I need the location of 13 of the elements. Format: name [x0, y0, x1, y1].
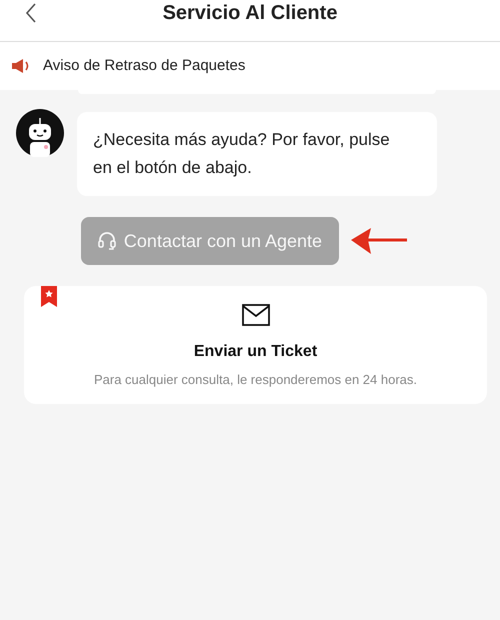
ticket-card[interactable]: Enviar un Ticket Para cualquier consulta, le responderemos en 24 horas.: [24, 286, 487, 404]
bookmark-star-icon: [41, 286, 57, 307]
back-icon: [25, 3, 37, 23]
notice-text: Aviso de Retraso de Paquetes: [43, 56, 246, 76]
headset-icon: [98, 231, 116, 251]
arrow-icon: [349, 225, 409, 257]
ticket-title: Enviar un Ticket: [194, 342, 318, 362]
page-title: Servicio Al Cliente: [162, 0, 338, 26]
speaker-icon: [11, 58, 31, 74]
robot-avatar: [16, 109, 64, 157]
ticket-description: Para cualquier consulta, le responderemos en 24 horas.: [94, 371, 418, 389]
envelope-icon: [242, 304, 270, 326]
chat-message: ¿Necesita más ayuda? Por favor, pulse en el botón de abajo.: [77, 112, 437, 196]
